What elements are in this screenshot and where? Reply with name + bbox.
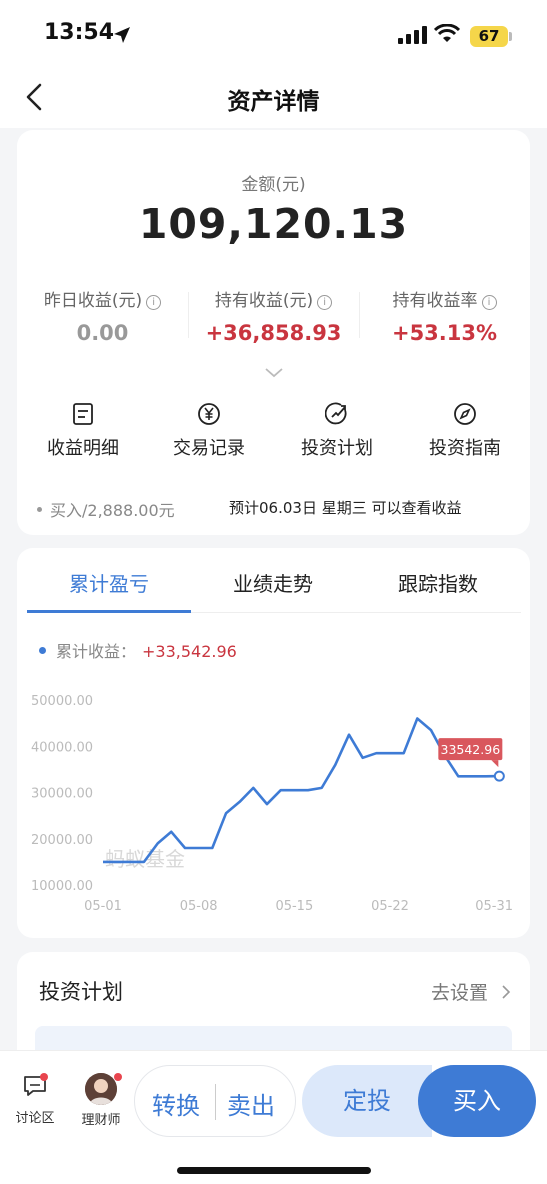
y-tick-label: 40000.00: [31, 740, 93, 755]
expect-note: 预计06.03日 星期三 可以查看收益: [229, 499, 462, 517]
y-tick-label: 50000.00: [31, 694, 93, 709]
y-tick-label: 10000.00: [31, 879, 93, 894]
advisor-button[interactable]: 理财师: [76, 1073, 126, 1128]
action-label: 收益明细: [47, 438, 119, 459]
battery-tip: [509, 32, 512, 41]
stat-label: 持有收益(元): [214, 291, 314, 311]
bottom-action-bar: 讨论区 理财师 转换 卖出 定投 买入: [0, 1050, 547, 1184]
x-tick-label: 05-01: [84, 899, 122, 914]
plan-settings-link[interactable]: 去设置: [431, 978, 512, 1005]
document-icon: [73, 403, 93, 425]
last-point-marker: [493, 770, 505, 782]
stat-value: +53.13%: [391, 321, 498, 345]
action-invest-plan[interactable]: 投资计划: [273, 402, 401, 460]
legend-dot: [39, 647, 46, 654]
action-label: 投资计划: [301, 438, 373, 459]
advisor-avatar: [85, 1073, 117, 1105]
location-arrow-icon: [114, 27, 130, 43]
sell-button[interactable]: 卖出: [227, 1086, 275, 1121]
pill-divider: [215, 1084, 216, 1120]
tab-active-underline: [27, 610, 191, 613]
stat-value: +36,858.93: [205, 321, 342, 345]
status-bar: 13:54 67: [0, 0, 547, 68]
action-label: 投资指南: [429, 438, 501, 459]
notification-dot: [40, 1073, 48, 1081]
action-invest-guide[interactable]: 投资指南: [401, 402, 529, 460]
chevron-right-icon: [502, 985, 511, 999]
amount-value: 109,120.13: [138, 200, 409, 248]
action-label: 交易记录: [173, 438, 245, 459]
home-indicator: [177, 1167, 371, 1174]
person-icon: [85, 1073, 117, 1105]
cumulative-pl-chart: 50000.00 40000.00 30000.00 20000.00 10000.00…: [31, 694, 513, 914]
chart-legend: 累计收益： +33,542.96: [39, 638, 237, 662]
x-tick-label: 05-22: [371, 899, 409, 914]
action-trade-record[interactable]: 交易记录: [145, 402, 273, 460]
buy-note: 买入/2,888.00元: [37, 497, 175, 521]
page-title: 资产详情: [227, 89, 320, 115]
status-time: 13:54: [44, 20, 115, 45]
stat-yesterday: 昨日收益(元) i 0.00: [17, 286, 188, 345]
nav-bar: 资产详情: [0, 68, 547, 128]
stat-holding: 持有收益(元) i +36,858.93: [188, 286, 359, 345]
amount-label: 金额(元): [241, 175, 306, 195]
battery-indicator: 67: [470, 26, 508, 47]
x-tick-label: 05-15: [275, 899, 313, 914]
chevron-down-icon[interactable]: [264, 367, 284, 379]
legend-label: 累计收益：: [56, 642, 137, 661]
y-tick-label: 20000.00: [31, 833, 93, 848]
value-tag-pointer: [491, 760, 499, 768]
y-tick-label: 30000.00: [31, 787, 93, 802]
discuss-label: 讨论区: [15, 1111, 55, 1126]
fixed-invest-button[interactable]: 定投: [302, 1065, 432, 1137]
tab-cumulative-pl[interactable]: 累计盈亏: [27, 568, 191, 608]
value-tag-label: 33542.96: [441, 742, 501, 757]
stat-label: 持有收益率: [392, 291, 478, 311]
tab-tracking-index[interactable]: 跟踪指数: [355, 568, 521, 608]
convert-button[interactable]: 转换: [152, 1086, 200, 1121]
info-icon[interactable]: i: [481, 295, 497, 310]
legend-value: +33,542.96: [142, 642, 237, 661]
x-tick-label: 05-31: [475, 899, 513, 914]
bullet-dot: [37, 507, 42, 512]
trend-circle-icon: [325, 402, 347, 425]
info-icon[interactable]: i: [146, 295, 162, 310]
convert-sell-group: 转换 卖出: [134, 1065, 296, 1137]
notification-dot: [114, 1073, 122, 1081]
stat-holding-rate: 持有收益率 i +53.13%: [359, 286, 530, 345]
x-tick-label: 05-08: [180, 899, 218, 914]
yen-circle-icon: [198, 403, 220, 425]
info-icon[interactable]: i: [317, 295, 333, 310]
plan-title: 投资计划: [39, 980, 123, 1004]
signal-icon: [398, 26, 427, 44]
compass-icon: [454, 403, 476, 425]
buy-button[interactable]: 买入: [418, 1065, 536, 1137]
tab-performance[interactable]: 业绩走势: [191, 568, 355, 608]
asset-card: 金额(元) 109,120.13 昨日收益(元) i 0.00 持有收益(元) i …: [17, 130, 530, 535]
chart-card: 累计盈亏 业绩走势 跟踪指数 累计收益： +33,542.96 50000.00 4…: [17, 548, 530, 938]
stat-label: 昨日收益(元): [43, 291, 143, 311]
stat-value: 0.00: [76, 321, 129, 345]
discuss-button[interactable]: 讨论区: [10, 1073, 60, 1126]
action-income-detail[interactable]: 收益明细: [19, 402, 147, 460]
wifi-icon: [434, 24, 460, 42]
advisor-label: 理财师: [81, 1113, 121, 1128]
